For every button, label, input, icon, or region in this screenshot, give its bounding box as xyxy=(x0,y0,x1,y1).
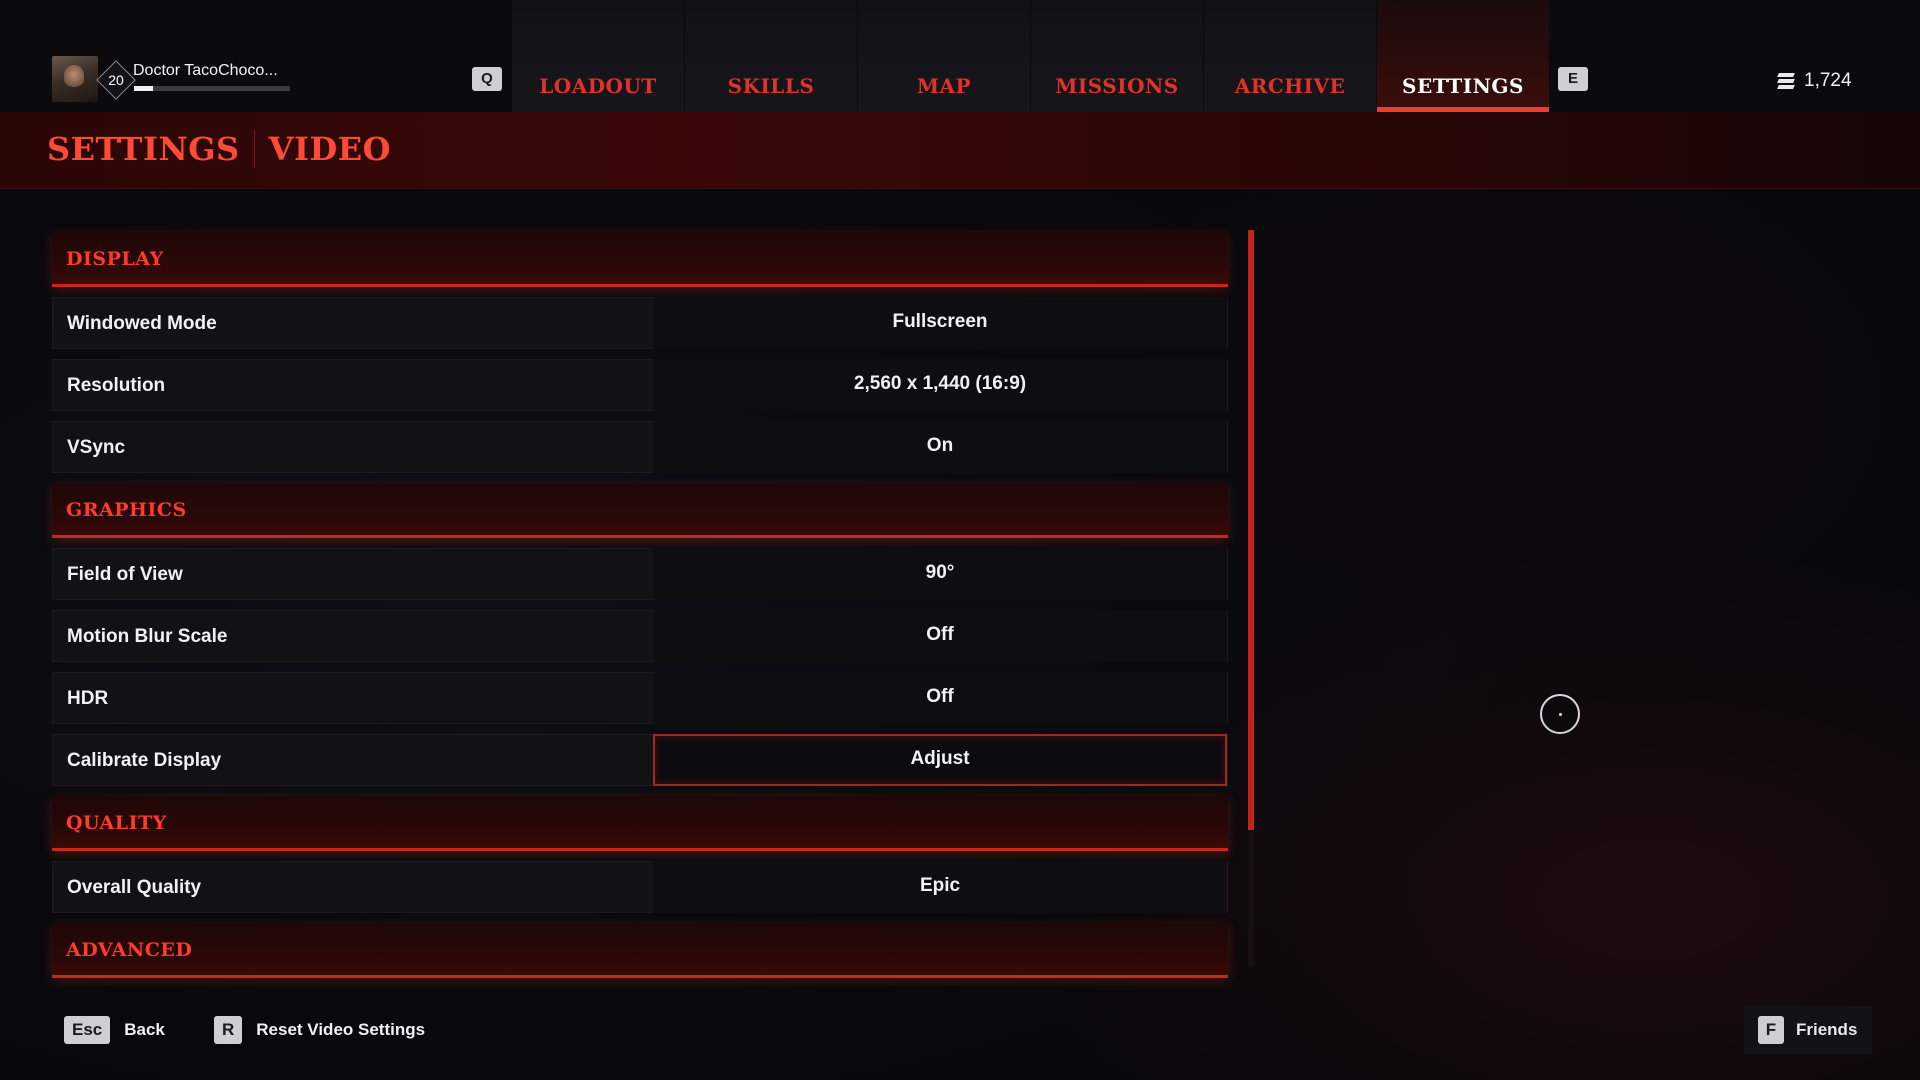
tab-label: SETTINGS xyxy=(1402,74,1524,98)
tab-label: LOADOUT xyxy=(539,74,657,98)
tab-label: MAP xyxy=(916,74,972,98)
setting-label: Overall Quality xyxy=(67,877,202,898)
setting-value[interactable]: On xyxy=(653,421,1227,473)
friends-button[interactable]: F Friends xyxy=(1744,1006,1872,1054)
setting-label: Windowed Mode xyxy=(67,313,217,334)
player-name: Doctor TacoChoco... xyxy=(133,62,278,79)
tab-settings[interactable]: SETTINGS xyxy=(1377,0,1549,112)
tab-skills[interactable]: SKILLS xyxy=(685,0,857,112)
section-advanced: ADVANCED xyxy=(52,923,1228,978)
setting-field-of-view[interactable]: Field of View 90° xyxy=(52,548,1228,600)
setting-label: VSync xyxy=(67,437,126,458)
player-level: 20 xyxy=(108,72,124,88)
setting-overall-quality[interactable]: Overall Quality Epic xyxy=(52,861,1228,913)
scrollbar-thumb[interactable] xyxy=(1248,230,1254,830)
back-hint[interactable]: Esc Back xyxy=(64,1016,165,1044)
esc-key: Esc xyxy=(64,1016,111,1044)
setting-calibrate-display[interactable]: Calibrate Display Adjust xyxy=(52,734,1228,786)
section-title: DISPLAY xyxy=(66,248,164,270)
setting-label: Calibrate Display xyxy=(67,750,222,771)
setting-value[interactable]: Off xyxy=(653,672,1227,724)
breadcrumb: SETTINGS VIDEO xyxy=(47,129,391,171)
prev-tab-key[interactable]: Q xyxy=(472,67,502,91)
setting-value[interactable]: Epic xyxy=(653,861,1227,913)
setting-label: Resolution xyxy=(67,375,166,396)
setting-label: HDR xyxy=(67,688,109,709)
back-label: Back xyxy=(124,1020,165,1039)
setting-value[interactable]: Fullscreen xyxy=(653,297,1227,349)
settings-list: DISPLAY Windowed Mode Fullscreen Resolut… xyxy=(52,232,1228,988)
xp-progress-fill xyxy=(134,86,153,91)
breadcrumb-divider xyxy=(253,129,255,168)
currency-amount: 1,724 xyxy=(1804,70,1852,91)
section-title: ADVANCED xyxy=(66,939,193,961)
currency-icon xyxy=(1776,72,1796,90)
r-key: R xyxy=(214,1016,243,1044)
top-bar: 20 Doctor TacoChoco... Q LOADOUT SKILLS … xyxy=(0,0,1920,112)
section-title: QUALITY xyxy=(66,812,167,834)
page-header: SETTINGS VIDEO xyxy=(0,112,1920,189)
setting-resolution[interactable]: Resolution 2,560 x 1,440 (16:9) xyxy=(52,359,1228,411)
section-title: GRAPHICS xyxy=(66,499,187,521)
player-avatar xyxy=(52,56,98,102)
f-key: F xyxy=(1758,1016,1784,1044)
cursor-icon xyxy=(1540,694,1580,734)
page-title: SETTINGS xyxy=(47,130,240,168)
page-subtitle: VIDEO xyxy=(268,130,391,168)
setting-label: Field of View xyxy=(67,564,183,585)
tab-label: ARCHIVE xyxy=(1234,74,1346,98)
player-profile[interactable]: 20 Doctor TacoChoco... xyxy=(52,56,342,104)
setting-value[interactable]: Off xyxy=(653,610,1227,662)
tab-loadout[interactable]: LOADOUT xyxy=(512,0,684,112)
setting-hdr[interactable]: HDR Off xyxy=(52,672,1228,724)
tab-map[interactable]: MAP xyxy=(858,0,1030,112)
section-graphics: GRAPHICS xyxy=(52,483,1228,538)
main-nav-tabs: LOADOUT SKILLS MAP MISSIONS ARCHIVE SETT… xyxy=(512,0,1550,112)
setting-value[interactable]: 2,560 x 1,440 (16:9) xyxy=(653,359,1227,411)
tab-missions[interactable]: MISSIONS xyxy=(1031,0,1203,112)
setting-vsync[interactable]: VSync On xyxy=(52,421,1228,473)
reset-label: Reset Video Settings xyxy=(256,1020,426,1039)
setting-windowed-mode[interactable]: Windowed Mode Fullscreen xyxy=(52,297,1228,349)
section-display: DISPLAY xyxy=(52,232,1228,287)
tab-archive[interactable]: ARCHIVE xyxy=(1204,0,1376,112)
settings-scrollbar[interactable] xyxy=(1248,230,1254,966)
friends-label: Friends xyxy=(1796,1020,1858,1039)
setting-value[interactable]: 90° xyxy=(653,548,1227,600)
section-quality: QUALITY xyxy=(52,796,1228,851)
tab-label: SKILLS xyxy=(727,74,815,98)
player-level-badge: 20 xyxy=(96,60,136,100)
next-tab-key[interactable]: E xyxy=(1558,67,1588,91)
xp-progress-bar xyxy=(134,86,290,91)
reset-hint[interactable]: R Reset Video Settings xyxy=(214,1016,425,1044)
adjust-button[interactable]: Adjust xyxy=(653,734,1227,786)
tab-label: MISSIONS xyxy=(1055,74,1179,98)
currency-display: 1,724 xyxy=(1776,70,1852,92)
setting-motion-blur[interactable]: Motion Blur Scale Off xyxy=(52,610,1228,662)
setting-label: Motion Blur Scale xyxy=(67,626,228,647)
